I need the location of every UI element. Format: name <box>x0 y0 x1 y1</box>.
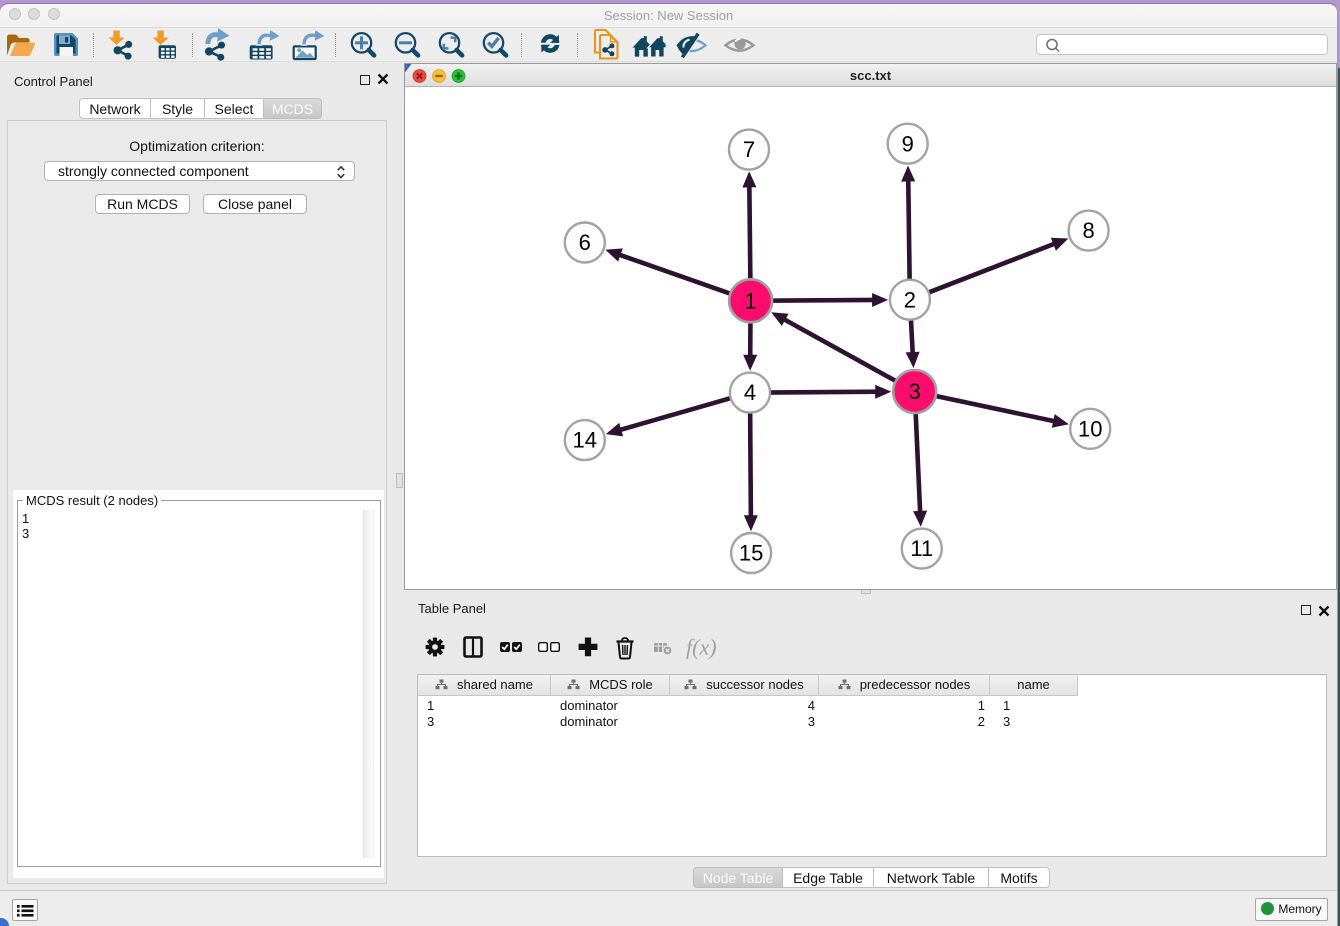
svg-text:9: 9 <box>902 131 914 156</box>
svg-text:3: 3 <box>909 379 921 404</box>
svg-text:6: 6 <box>579 230 591 255</box>
svg-text:1: 1 <box>744 288 756 313</box>
svg-text:14: 14 <box>573 428 597 453</box>
svg-text:7: 7 <box>743 137 755 162</box>
svg-text:4: 4 <box>744 380 756 405</box>
svg-text:f(x): f(x) <box>686 635 717 660</box>
svg-text:2: 2 <box>904 287 916 312</box>
svg-text:8: 8 <box>1082 218 1094 243</box>
svg-text:10: 10 <box>1078 416 1102 441</box>
svg-text:15: 15 <box>739 541 763 566</box>
svg-text:11: 11 <box>910 536 933 561</box>
